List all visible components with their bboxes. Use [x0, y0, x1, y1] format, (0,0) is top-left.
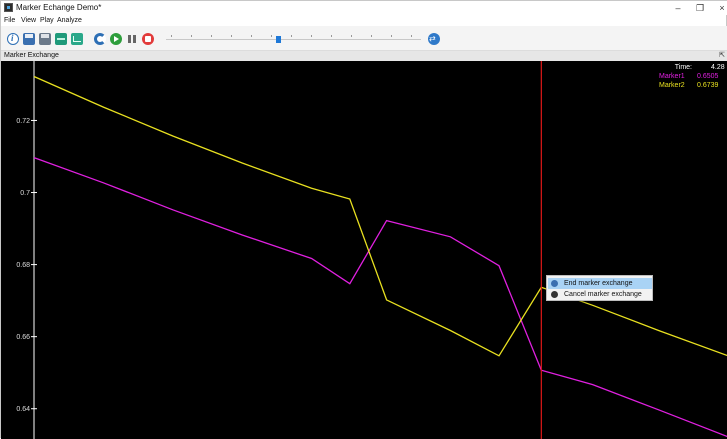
app-icon: [4, 3, 13, 12]
cancel-icon: [551, 291, 558, 298]
time-value: 4.28: [711, 64, 725, 71]
marker2-value: 0.6739: [697, 82, 719, 89]
slider-tick: [391, 35, 392, 37]
slider-tick: [331, 35, 332, 37]
slider-tick: [311, 35, 312, 37]
marker1-value: 0.6505: [697, 73, 719, 80]
marker-swap-icon[interactable]: ⇄: [428, 33, 440, 45]
save-icon[interactable]: [23, 33, 35, 45]
window-title: Marker Echange Demo*: [16, 3, 102, 12]
menu-file[interactable]: File: [4, 15, 15, 26]
panel-title: Marker Exchange: [4, 52, 59, 59]
menu-view[interactable]: View: [21, 15, 36, 26]
marker-readout-values: 4.28 0.6505 0.6739: [697, 63, 725, 90]
menu-play[interactable]: Play: [40, 15, 54, 26]
swap-icon: [551, 280, 558, 287]
y-tick-label: 0.72: [16, 118, 30, 125]
waveform-icon[interactable]: [55, 33, 67, 45]
menu-bar: File View Play Analyze: [1, 15, 727, 26]
panel-header: Marker Exchange ⇱: [1, 51, 727, 61]
slider-tick: [251, 35, 252, 37]
end-marker-exchange-item[interactable]: End marker exchange: [548, 278, 652, 289]
slider-tick: [351, 35, 352, 37]
slider-tick: [231, 35, 232, 37]
title-bar[interactable]: Marker Echange Demo* – ❐ ×: [1, 1, 727, 15]
stop-icon[interactable]: [142, 33, 154, 45]
slider-tick: [211, 35, 212, 37]
y-tick-label: 0.7: [20, 190, 30, 197]
app-window: Marker Echange Demo* – ❐ × File View Pla…: [0, 0, 727, 439]
menu-analyze[interactable]: Analyze: [57, 15, 82, 26]
chart-icon[interactable]: [71, 33, 83, 45]
refresh-icon[interactable]: [94, 33, 106, 45]
play-icon[interactable]: [110, 33, 122, 45]
timeline-slider[interactable]: [166, 39, 421, 40]
y-tick-label: 0.66: [16, 334, 30, 341]
end-marker-exchange-label: End marker exchange: [564, 280, 633, 287]
line-chart[interactable]: 0.72 0.7 0.68 0.66 0.64: [1, 61, 727, 439]
maximize-button[interactable]: ❐: [689, 1, 711, 15]
time-label: Time:: [674, 64, 692, 71]
y-tick-label: 0.64: [16, 406, 30, 413]
context-menu: End marker exchange Cancel marker exchan…: [546, 275, 653, 301]
cancel-marker-exchange-label: Cancel marker exchange: [564, 291, 642, 298]
series-line-marker2[interactable]: [33, 75, 727, 357]
slider-tick: [371, 35, 372, 37]
save-as-icon[interactable]: [39, 33, 51, 45]
minimize-button[interactable]: –: [667, 1, 689, 15]
slider-tick: [171, 35, 172, 37]
slider-tick: [411, 35, 412, 37]
marker-swap-glyph: ⇄: [429, 34, 436, 43]
info-icon[interactable]: i: [7, 33, 19, 45]
marker-readout-labels: Time: Marker1 Marker2: [659, 63, 692, 90]
marker2-label: Marker2: [659, 82, 685, 89]
y-tick-label: 0.68: [16, 262, 30, 269]
cancel-marker-exchange-item[interactable]: Cancel marker exchange: [548, 289, 652, 300]
pin-icon[interactable]: ⇱: [719, 51, 725, 61]
marker1-label: Marker1: [659, 73, 685, 80]
slider-tick: [291, 35, 292, 37]
slider-thumb[interactable]: [276, 36, 282, 43]
close-button[interactable]: ×: [711, 1, 727, 15]
plot-area[interactable]: 0.72 0.7 0.68 0.66 0.64 Time: Marker1 Marker…: [1, 61, 727, 439]
slider-tick: [191, 35, 192, 37]
pause-icon[interactable]: [126, 33, 138, 45]
slider-tick: [271, 35, 272, 37]
